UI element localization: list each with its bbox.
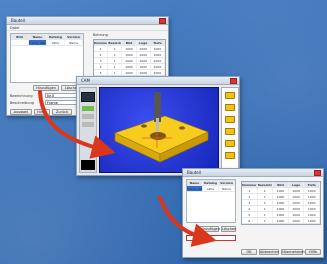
workflow-arrows	[38, 90, 217, 247]
screenshot-root: { "window1": { "title": "Bauteil", "menu…	[0, 0, 327, 264]
arrow-to-dialog	[158, 196, 217, 247]
arrow-to-cam	[38, 90, 116, 159]
